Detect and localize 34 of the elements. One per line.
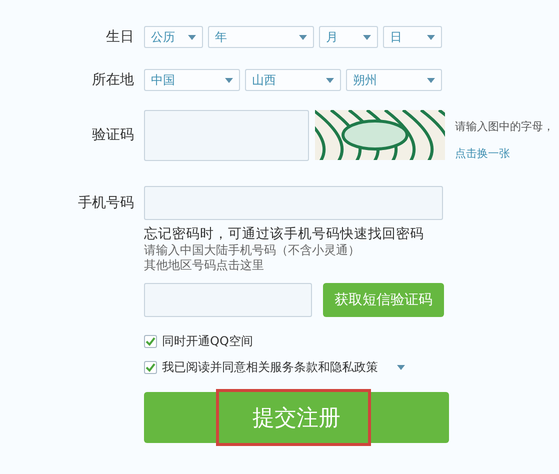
field-label: 所在地 [91, 71, 134, 89]
submit-button[interactable]: 提交注册 [144, 392, 449, 443]
caret-icon [397, 365, 405, 370]
caret-icon [188, 34, 196, 40]
dropdown[interactable]: 中国 [144, 69, 240, 91]
field-label: 验证码 [91, 126, 134, 144]
caret-icon [427, 78, 435, 82]
dropdown[interactable]: 日 [383, 26, 442, 48]
caret-icon [225, 78, 233, 82]
caret-icon [427, 34, 435, 40]
region-link[interactable]: 点击这里 [216, 258, 264, 273]
checkbox[interactable] [144, 361, 157, 374]
note-text: 忘记密码时，可通过该手机号码快速找回密码 [144, 225, 425, 243]
input-field[interactable] [144, 283, 312, 317]
caret-icon [299, 34, 307, 40]
field-label: 生日 [105, 28, 134, 46]
sms-code-button[interactable]: 获取短信验证码 [323, 283, 444, 317]
caret-icon [326, 78, 334, 82]
refresh-link[interactable]: 点击换一张 [455, 146, 554, 161]
dropdown[interactable]: 月 [319, 26, 378, 48]
dropdown[interactable]: 朔州 [346, 69, 442, 91]
dropdown[interactable]: 年 [208, 26, 314, 48]
caret-icon [363, 34, 371, 40]
input-field[interactable] [144, 110, 309, 161]
checkbox[interactable] [144, 335, 157, 348]
checkbox-label: 同时开通QQ空间 [162, 333, 253, 350]
field-label: 手机号码 [77, 194, 134, 212]
dropdown[interactable]: 山西 [245, 69, 341, 91]
input-field[interactable] [144, 186, 443, 220]
hint-text: 其他地区号码 [144, 258, 216, 273]
hint-text: 请输入图中的字母， [455, 119, 554, 134]
hint-text: 请输入中国大陆手机号码（不含小灵通） [144, 243, 361, 258]
dropdown[interactable]: 公历 [144, 26, 203, 48]
checkbox-label: 我已阅读并同意相关服务条款和隐私政策 [162, 359, 378, 376]
